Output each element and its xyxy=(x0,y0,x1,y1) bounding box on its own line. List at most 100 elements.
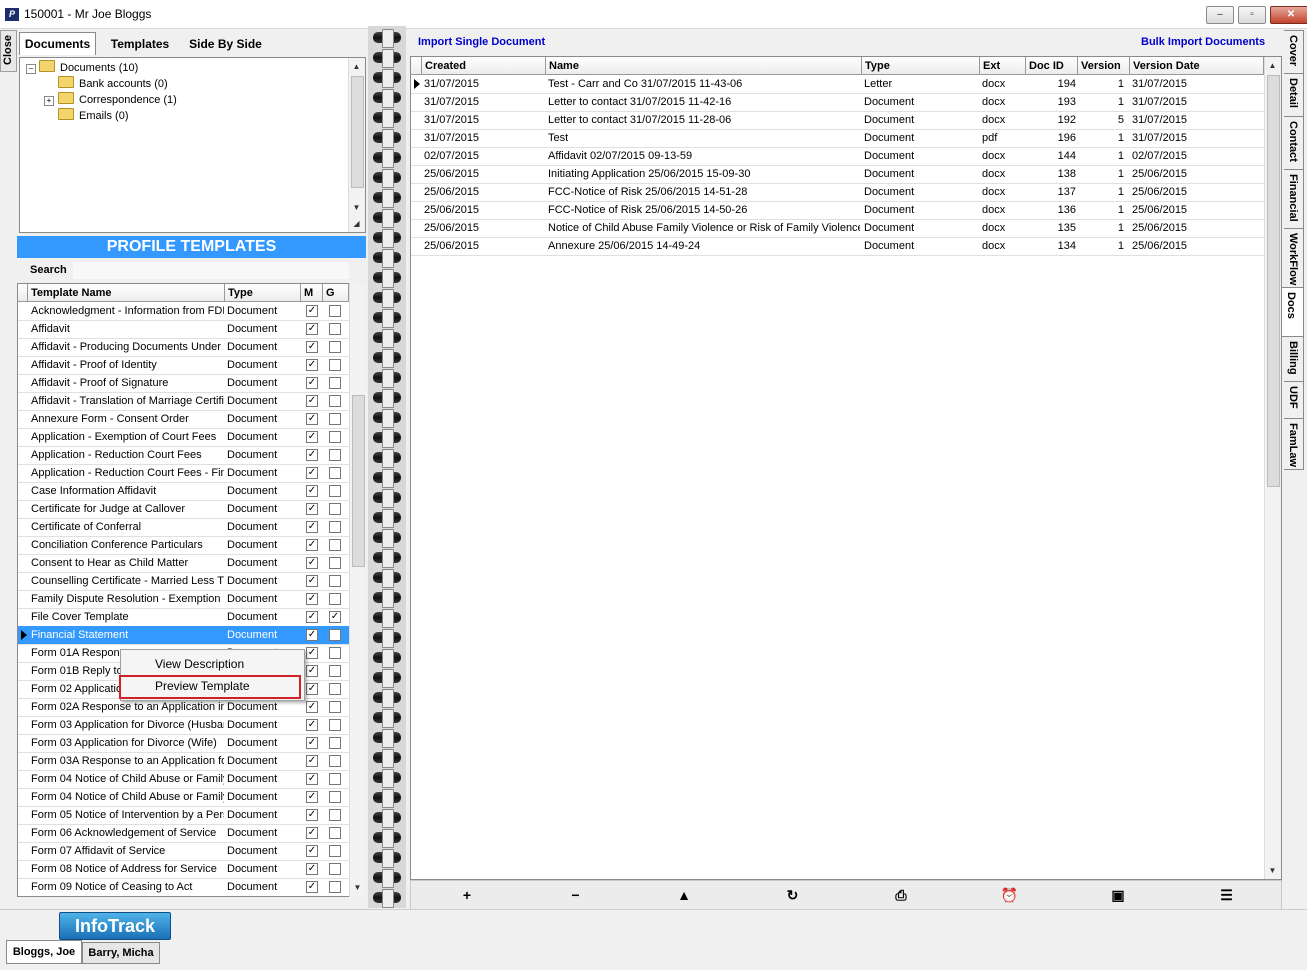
m-checkbox[interactable]: ✓ xyxy=(306,647,318,659)
plus-icon[interactable]: + xyxy=(455,884,479,906)
template-row[interactable]: Case Information Affidavit Document ✓ xyxy=(18,482,349,501)
side-tab-workflow[interactable]: WorkFlow xyxy=(1284,228,1304,288)
g-checkbox[interactable] xyxy=(329,647,341,659)
template-row[interactable]: Form 06 Acknowledgement of Service Docume… xyxy=(18,824,349,843)
g-checkbox[interactable] xyxy=(329,791,341,803)
column-ext[interactable]: Ext xyxy=(980,57,1026,75)
document-folder-tree[interactable]: Documents (10) − Bank accounts (0) Correspo… xyxy=(19,57,366,233)
doc-scroll-thumb[interactable] xyxy=(1267,75,1280,487)
g-checkbox[interactable] xyxy=(329,863,341,875)
side-tab-cover[interactable]: Cover xyxy=(1284,30,1304,74)
tab-documents[interactable]: Documents xyxy=(19,32,96,55)
doc-scroll-down-icon[interactable]: ▼ xyxy=(1265,863,1280,878)
import-single-document-link[interactable]: Import Single Document xyxy=(418,36,545,48)
side-tab-billing[interactable]: Billing xyxy=(1284,336,1304,382)
template-row[interactable]: Affidavit Document ✓ xyxy=(18,320,349,339)
g-checkbox[interactable] xyxy=(329,773,341,785)
document-row[interactable]: 31/07/2015 Test - Carr and Co 31/07/2015 … xyxy=(411,75,1264,94)
document-row[interactable]: 25/06/2015 Annexure 25/06/2015 14-49-24 Do… xyxy=(411,237,1264,256)
templates-scrollbar[interactable]: ▼ xyxy=(349,283,366,897)
m-checkbox[interactable]: ✓ xyxy=(306,539,318,551)
tree-node[interactable]: Emails (0) xyxy=(58,108,129,124)
m-checkbox[interactable]: ✓ xyxy=(306,665,318,677)
m-checkbox[interactable]: ✓ xyxy=(306,881,318,893)
g-checkbox[interactable] xyxy=(329,503,341,515)
tree-scrollbar[interactable]: ▲ ▼ ◢ xyxy=(348,58,365,232)
template-row[interactable]: Certificate of Conferral Document ✓ xyxy=(18,518,349,537)
templates-scroll-down-icon[interactable]: ▼ xyxy=(350,880,365,895)
g-checkbox[interactable] xyxy=(329,323,341,335)
m-checkbox[interactable]: ✓ xyxy=(306,467,318,479)
m-checkbox[interactable]: ✓ xyxy=(306,377,318,389)
template-row[interactable]: Form 04 Notice of Child Abuse or Family … xyxy=(18,788,349,807)
m-checkbox[interactable]: ✓ xyxy=(306,485,318,497)
template-row[interactable]: Form 03A Response to an Application for … xyxy=(18,752,349,771)
side-tab-famlaw[interactable]: FamLaw xyxy=(1284,418,1304,470)
g-checkbox[interactable] xyxy=(329,575,341,587)
column-version[interactable]: Version xyxy=(1078,57,1130,75)
document-row[interactable]: 25/06/2015 Notice of Child Abuse Family V… xyxy=(411,219,1264,238)
g-checkbox[interactable] xyxy=(329,413,341,425)
m-checkbox[interactable]: ✓ xyxy=(306,809,318,821)
template-row[interactable]: File Cover Template Document ✓ ✓ xyxy=(18,608,349,627)
template-row[interactable]: Annexure Form - Consent Order Document ✓ xyxy=(18,410,349,429)
refresh-icon[interactable]: ↻ xyxy=(781,884,805,906)
matter-tab-bloggs-joe[interactable]: Bloggs, Joe xyxy=(6,940,82,964)
column-doc-id[interactable]: Doc ID xyxy=(1026,57,1078,75)
template-row[interactable]: Affidavit - Proof of Identity Document ✓ xyxy=(18,356,349,375)
resize-grip-icon[interactable]: ◢ xyxy=(349,216,364,231)
template-row[interactable]: Affidavit - Producing Documents Under Su… xyxy=(18,338,349,357)
m-checkbox[interactable]: ✓ xyxy=(306,359,318,371)
g-checkbox[interactable] xyxy=(329,701,341,713)
side-tab-contact[interactable]: Contact xyxy=(1284,116,1304,170)
column-name[interactable]: Name xyxy=(546,57,862,75)
g-checkbox[interactable] xyxy=(329,395,341,407)
scroll-down-icon[interactable]: ▼ xyxy=(349,200,364,215)
g-checkbox[interactable] xyxy=(329,719,341,731)
m-checkbox[interactable]: ✓ xyxy=(306,737,318,749)
g-checkbox[interactable] xyxy=(329,539,341,551)
document-row[interactable]: 25/06/2015 FCC-Notice of Risk 25/06/2015 … xyxy=(411,201,1264,220)
template-search-input[interactable] xyxy=(73,262,349,279)
m-checkbox[interactable]: ✓ xyxy=(306,413,318,425)
minus-icon[interactable]: − xyxy=(564,884,588,906)
m-checkbox[interactable]: ✓ xyxy=(306,323,318,335)
g-checkbox[interactable] xyxy=(329,809,341,821)
documents-grid[interactable]: Created Name Type Ext Doc ID Version Ver… xyxy=(410,56,1282,880)
g-checkbox[interactable] xyxy=(329,557,341,569)
m-checkbox[interactable]: ✓ xyxy=(306,629,318,641)
template-row[interactable]: Form 03 Application for Divorce (Wife) Do… xyxy=(18,734,349,753)
scroll-up-icon[interactable]: ▲ xyxy=(349,59,364,74)
column-doc-type[interactable]: Type xyxy=(862,57,980,75)
g-checkbox[interactable]: ✓ xyxy=(329,611,341,623)
document-row[interactable]: 25/06/2015 Initiating Application 25/06/2… xyxy=(411,165,1264,184)
m-checkbox[interactable]: ✓ xyxy=(306,341,318,353)
expand-icon[interactable]: + xyxy=(44,96,54,106)
close-panel-tab[interactable]: Close xyxy=(0,30,17,72)
document-row[interactable]: 31/07/2015 Letter to contact 31/07/2015 1… xyxy=(411,111,1264,130)
g-checkbox[interactable] xyxy=(329,341,341,353)
column-type[interactable]: Type xyxy=(225,284,301,302)
m-checkbox[interactable]: ✓ xyxy=(306,755,318,767)
template-row[interactable]: Consent to Hear as Child Matter Document ✓ xyxy=(18,554,349,573)
g-checkbox[interactable] xyxy=(329,755,341,767)
notes-icon[interactable]: ☰ xyxy=(1215,884,1239,906)
column-template-name[interactable]: Template Name xyxy=(28,284,225,302)
g-checkbox[interactable] xyxy=(329,359,341,371)
g-checkbox[interactable] xyxy=(329,521,341,533)
image-edit-icon[interactable]: ▣ xyxy=(1106,884,1130,906)
template-row[interactable]: Application - Exemption of Court Fees Doc… xyxy=(18,428,349,447)
templates-scroll-thumb[interactable] xyxy=(352,395,365,567)
m-checkbox[interactable]: ✓ xyxy=(306,683,318,695)
m-checkbox[interactable]: ✓ xyxy=(306,449,318,461)
g-checkbox[interactable] xyxy=(329,449,341,461)
template-row[interactable]: Acknowledgment - Information from FDR Doc… xyxy=(18,302,349,321)
template-row[interactable]: Form 08 Notice of Address for Service Doc… xyxy=(18,860,349,879)
m-checkbox[interactable]: ✓ xyxy=(306,773,318,785)
m-checkbox[interactable]: ✓ xyxy=(306,305,318,317)
column-m[interactable]: M xyxy=(301,284,323,302)
tree-node[interactable]: Correspondence (1) xyxy=(58,92,177,108)
g-checkbox[interactable] xyxy=(329,881,341,893)
template-row[interactable]: Family Dispute Resolution - Exemption Fo… xyxy=(18,590,349,609)
template-row[interactable]: Counselling Certificate - Married Less T… xyxy=(18,572,349,591)
